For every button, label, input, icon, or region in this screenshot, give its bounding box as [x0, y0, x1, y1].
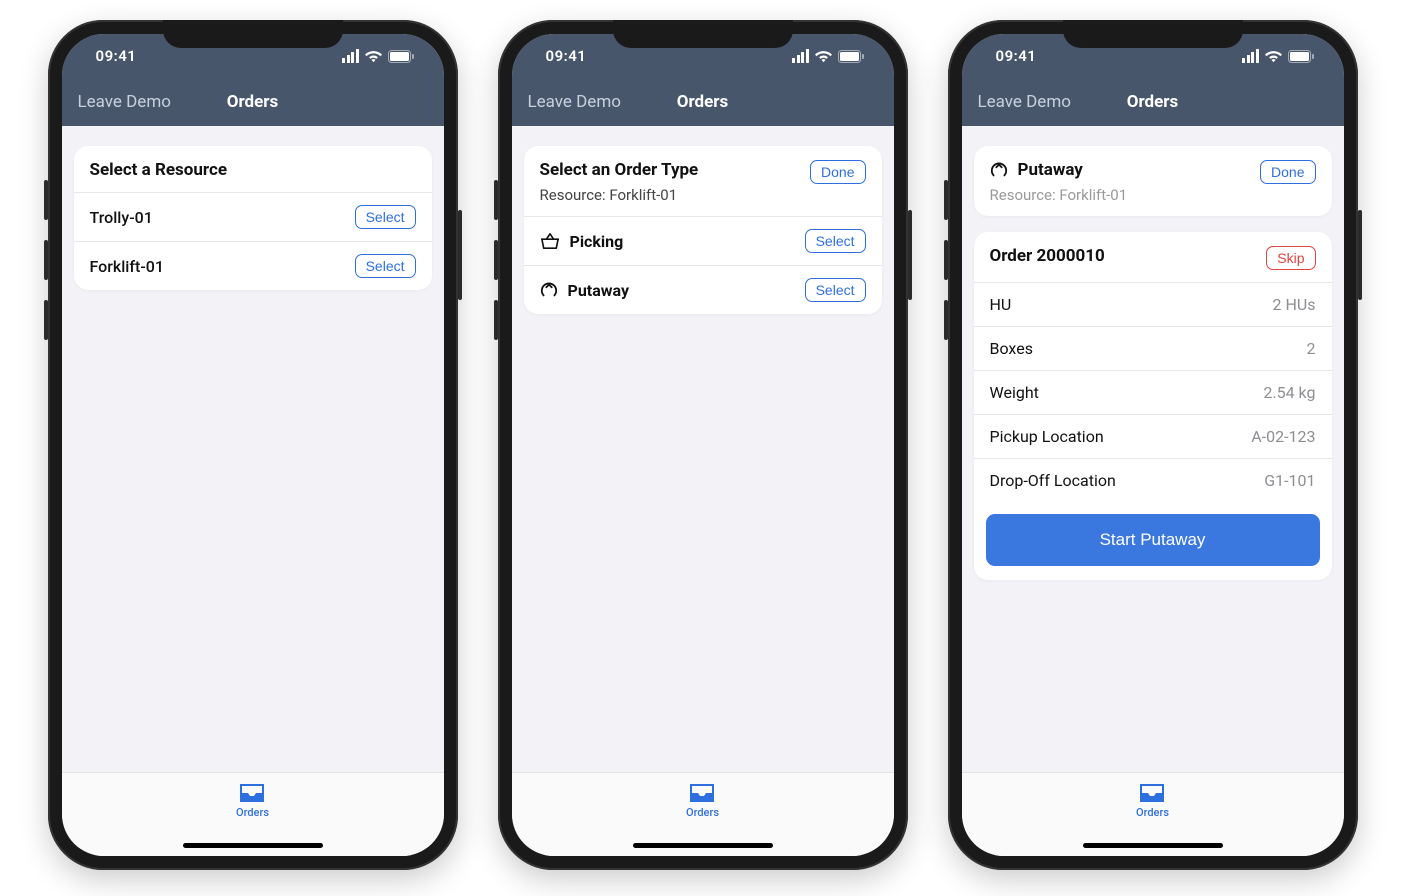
content-area: Select an Order Type Resource: Forklift-…	[512, 126, 894, 772]
resource-label: Trolly-01	[90, 208, 153, 227]
nav-bar: Leave Demo Orders	[962, 78, 1344, 126]
detail-label: HU	[990, 295, 1012, 314]
done-button[interactable]: Done	[1260, 160, 1315, 184]
home-indicator[interactable]	[183, 843, 323, 848]
tab-label: Orders	[1136, 806, 1169, 819]
detail-row-dropoff: Drop-Off Location G1-101	[974, 458, 1332, 502]
detail-value: 2	[1307, 339, 1316, 358]
nav-title: Orders	[1127, 92, 1179, 112]
order-type-label: Picking	[570, 232, 624, 251]
status-time: 09:41	[536, 47, 587, 65]
detail-label: Weight	[990, 383, 1039, 402]
detail-row-hu: HU 2 HUs	[974, 282, 1332, 326]
status-icons	[1242, 49, 1320, 63]
phone-notch	[1063, 20, 1243, 48]
tab-orders[interactable]: Orders	[236, 783, 269, 819]
putaway-icon	[990, 161, 1008, 179]
battery-icon	[1288, 50, 1314, 63]
order-type-row-putaway[interactable]: Putaway Select	[524, 265, 882, 314]
order-type-card: Select an Order Type Resource: Forklift-…	[524, 146, 882, 314]
detail-row-pickup: Pickup Location A-02-123	[974, 414, 1332, 458]
inbox-icon	[1139, 783, 1165, 803]
wifi-icon	[815, 50, 832, 63]
resource-card: Select a Resource Trolly-01 Select Forkl…	[74, 146, 432, 290]
detail-value: G1-101	[1264, 471, 1315, 490]
phone-notch	[163, 20, 343, 48]
status-icons	[792, 49, 870, 63]
order-type-label: Putaway	[568, 281, 630, 300]
detail-row-weight: Weight 2.54 kg	[974, 370, 1332, 414]
card-header: Select a Resource	[74, 146, 432, 192]
order-type-row-picking[interactable]: Picking Select	[524, 216, 882, 265]
select-button[interactable]: Select	[805, 229, 866, 253]
select-button[interactable]: Select	[355, 205, 416, 229]
resource-line: Resource: Forklift-01	[540, 186, 699, 204]
status-icons	[342, 49, 420, 63]
skip-button[interactable]: Skip	[1266, 246, 1315, 270]
tab-orders[interactable]: Orders	[1136, 783, 1169, 819]
content-area: Select a Resource Trolly-01 Select Forkl…	[62, 126, 444, 772]
home-indicator[interactable]	[1083, 843, 1223, 848]
detail-label: Pickup Location	[990, 427, 1104, 446]
type-summary-card: Putaway Resource: Forklift-01 Done	[974, 146, 1332, 216]
content-area: Putaway Resource: Forklift-01 Done Order…	[962, 126, 1344, 772]
home-indicator[interactable]	[633, 843, 773, 848]
back-button[interactable]: Leave Demo	[978, 92, 1071, 112]
tab-label: Orders	[686, 806, 719, 819]
inbox-icon	[239, 783, 265, 803]
cellular-icon	[1242, 49, 1259, 63]
detail-label: Boxes	[990, 339, 1033, 358]
phone-mockup-1: 09:41 Leave Demo Orders Select a Resourc…	[48, 20, 458, 870]
screen-2: 09:41 Leave Demo Orders Select an Order …	[512, 34, 894, 856]
status-time: 09:41	[86, 47, 137, 65]
select-button[interactable]: Select	[805, 278, 866, 302]
detail-value: 2 HUs	[1272, 295, 1315, 314]
detail-value: A-02-123	[1251, 427, 1315, 446]
status-time: 09:41	[986, 47, 1037, 65]
screen-3: 09:41 Leave Demo Orders Pu	[962, 34, 1344, 856]
cellular-icon	[792, 49, 809, 63]
card-header: Putaway Resource: Forklift-01 Done	[974, 146, 1332, 216]
detail-row-boxes: Boxes 2	[974, 326, 1332, 370]
order-title: Order 2000010	[990, 246, 1105, 266]
order-card: Order 2000010 Skip HU 2 HUs Boxes 2 Weig…	[974, 232, 1332, 580]
tab-orders[interactable]: Orders	[686, 783, 719, 819]
card-header: Select an Order Type Resource: Forklift-…	[524, 146, 882, 216]
nav-title: Orders	[227, 92, 279, 112]
tab-label: Orders	[236, 806, 269, 819]
resource-line: Resource: Forklift-01	[990, 186, 1128, 204]
resource-row-1[interactable]: Forklift-01 Select	[74, 241, 432, 290]
screen-1: 09:41 Leave Demo Orders Select a Resourc…	[62, 34, 444, 856]
select-button[interactable]: Select	[355, 254, 416, 278]
back-button[interactable]: Leave Demo	[528, 92, 621, 112]
detail-value: 2.54 kg	[1263, 383, 1315, 402]
nav-bar: Leave Demo Orders	[512, 78, 894, 126]
wifi-icon	[1265, 50, 1282, 63]
back-button[interactable]: Leave Demo	[78, 92, 171, 112]
detail-label: Drop-Off Location	[990, 471, 1116, 490]
cellular-icon	[342, 49, 359, 63]
putaway-icon	[540, 281, 558, 299]
phone-mockup-2: 09:41 Leave Demo Orders Select an Order …	[498, 20, 908, 870]
phone-notch	[613, 20, 793, 48]
basket-icon	[540, 232, 560, 250]
resource-row-0[interactable]: Trolly-01 Select	[74, 192, 432, 241]
wifi-icon	[365, 50, 382, 63]
battery-icon	[388, 50, 414, 63]
card-title: Select an Order Type	[540, 160, 699, 180]
battery-icon	[838, 50, 864, 63]
order-header: Order 2000010 Skip	[974, 232, 1332, 282]
nav-title: Orders	[677, 92, 729, 112]
phone-mockup-3: 09:41 Leave Demo Orders Pu	[948, 20, 1358, 870]
done-button[interactable]: Done	[810, 160, 865, 184]
card-title: Select a Resource	[90, 160, 228, 180]
inbox-icon	[689, 783, 715, 803]
type-label: Putaway	[1018, 160, 1083, 180]
resource-label: Forklift-01	[90, 257, 164, 276]
nav-bar: Leave Demo Orders	[62, 78, 444, 126]
start-putaway-button[interactable]: Start Putaway	[986, 514, 1320, 566]
